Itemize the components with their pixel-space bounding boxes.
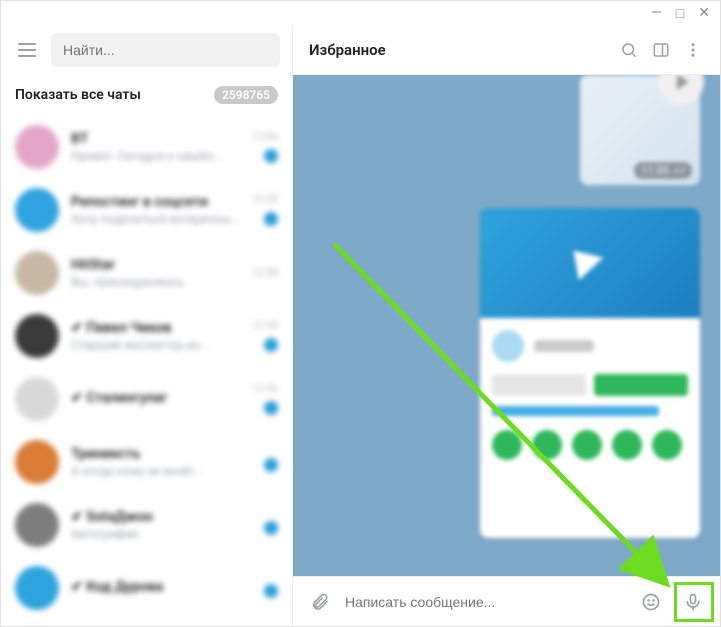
message-input[interactable] [345, 594, 626, 610]
message-timestamp: 11:35 ✓✓ [634, 162, 692, 179]
chat-snippet: А когда кому не везёт... [71, 464, 252, 478]
chat-name: ВТ [71, 131, 239, 147]
message-area[interactable]: 11:35 ✓✓ [293, 75, 720, 576]
chat-list-item[interactable]: ВТ Привет. Сегодня я нашёл... 13:06 [1, 115, 292, 178]
attachment-icon[interactable] [303, 585, 337, 619]
chat-name: ✔ SotaДжон [71, 509, 252, 525]
chat-list: ВТ Привет. Сегодня я нашёл... 13:06 Репо… [1, 115, 292, 626]
avatar [15, 314, 59, 358]
chat-list-item[interactable]: HitStar Вы: присоединяюсь 12:58 [1, 241, 292, 304]
emoji-icon[interactable] [634, 585, 668, 619]
unread-badge [264, 458, 278, 472]
chat-pane: Избранное 11:35 ✓✓ [293, 25, 720, 626]
unread-badge [264, 338, 278, 352]
unread-badge [264, 212, 278, 226]
chat-snippet: Старший инспектор ин... [71, 338, 239, 352]
chat-title: Избранное [309, 41, 608, 59]
chat-time: 12:56 [251, 382, 278, 395]
read-checks-icon: ✓✓ [673, 164, 685, 177]
sidebar-toggle-icon[interactable] [650, 39, 672, 61]
close-button[interactable]: ✕ [698, 5, 710, 21]
chat-name: ✔ Сталингулаг [71, 390, 239, 406]
menu-button[interactable] [13, 36, 41, 64]
chat-name: Триниксть [71, 446, 252, 462]
chat-snippet: Привет. Сегодня я нашёл... [71, 149, 239, 163]
avatar [15, 377, 59, 421]
main-area: Показать все чаты 2598765 ВТ Привет. Сег… [1, 25, 720, 626]
preview-hero [480, 208, 700, 318]
section-label: Показать все чаты [15, 87, 141, 103]
avatar [15, 566, 59, 610]
avatar [15, 188, 59, 232]
chat-list-item[interactable]: ✔ Код Дурова [1, 556, 292, 619]
avatar [15, 251, 59, 295]
link-preview-bubble[interactable] [480, 208, 700, 538]
chat-section-header[interactable]: Показать все чаты 2598765 [1, 75, 292, 115]
chat-name: Репостинг в соцсети [71, 194, 239, 210]
chat-name: ✔ Код Дурова [71, 579, 252, 595]
unread-badge [264, 521, 278, 535]
chat-time: 12:59 [251, 193, 278, 206]
maximize-button[interactable]: □ [676, 5, 684, 22]
chat-list-item[interactable]: Репостинг в соцсети Хочу поделиться инте… [1, 178, 292, 241]
telegram-plane-icon [574, 246, 607, 280]
search-input[interactable] [51, 33, 280, 67]
chat-snippet: Вы: присоединяюсь [71, 275, 239, 289]
microphone-icon[interactable] [676, 585, 710, 619]
chat-list-item[interactable]: ✔ Сталингулаг 12:56 [1, 367, 292, 430]
minimize-button[interactable]: — [651, 5, 662, 21]
avatar [15, 125, 59, 169]
chat-count-badge: 2598765 [214, 86, 278, 104]
app-window: — □ ✕ Показать все чаты 2598765 ВТ Приве… [0, 0, 721, 627]
search-in-chat-icon[interactable] [618, 39, 640, 61]
sidebar-header [1, 25, 292, 75]
chat-name: HitStar [71, 257, 239, 273]
avatar [15, 503, 59, 547]
chat-snippet: Хочу поделиться интересны... [71, 212, 239, 226]
chat-list-item[interactable]: ✔ Павел Чиков Старший инспектор ин... 12… [1, 304, 292, 367]
chat-list-item[interactable]: ✔ SotaДжон Автография [1, 493, 292, 556]
unread-badge [264, 401, 278, 415]
unread-badge [264, 149, 278, 163]
chat-header: Избранное [293, 25, 720, 75]
play-icon[interactable] [658, 75, 704, 105]
unread-badge [264, 584, 278, 598]
composer-bar [293, 576, 720, 626]
chat-list-item[interactable]: Триниксть А когда кому не везёт... [1, 430, 292, 493]
avatar [15, 440, 59, 484]
more-menu-icon[interactable] [682, 39, 704, 61]
chat-time: 12:58 [251, 319, 278, 332]
video-message-bubble[interactable]: 11:35 ✓✓ [580, 75, 700, 185]
chat-snippet: Автография [71, 527, 252, 541]
chat-time: 13:06 [251, 130, 278, 143]
sidebar: Показать все чаты 2598765 ВТ Привет. Сег… [1, 25, 293, 626]
chat-time: 12:58 [251, 266, 278, 279]
window-titlebar: — □ ✕ [1, 1, 720, 25]
chat-name: ✔ Павел Чиков [71, 320, 239, 336]
